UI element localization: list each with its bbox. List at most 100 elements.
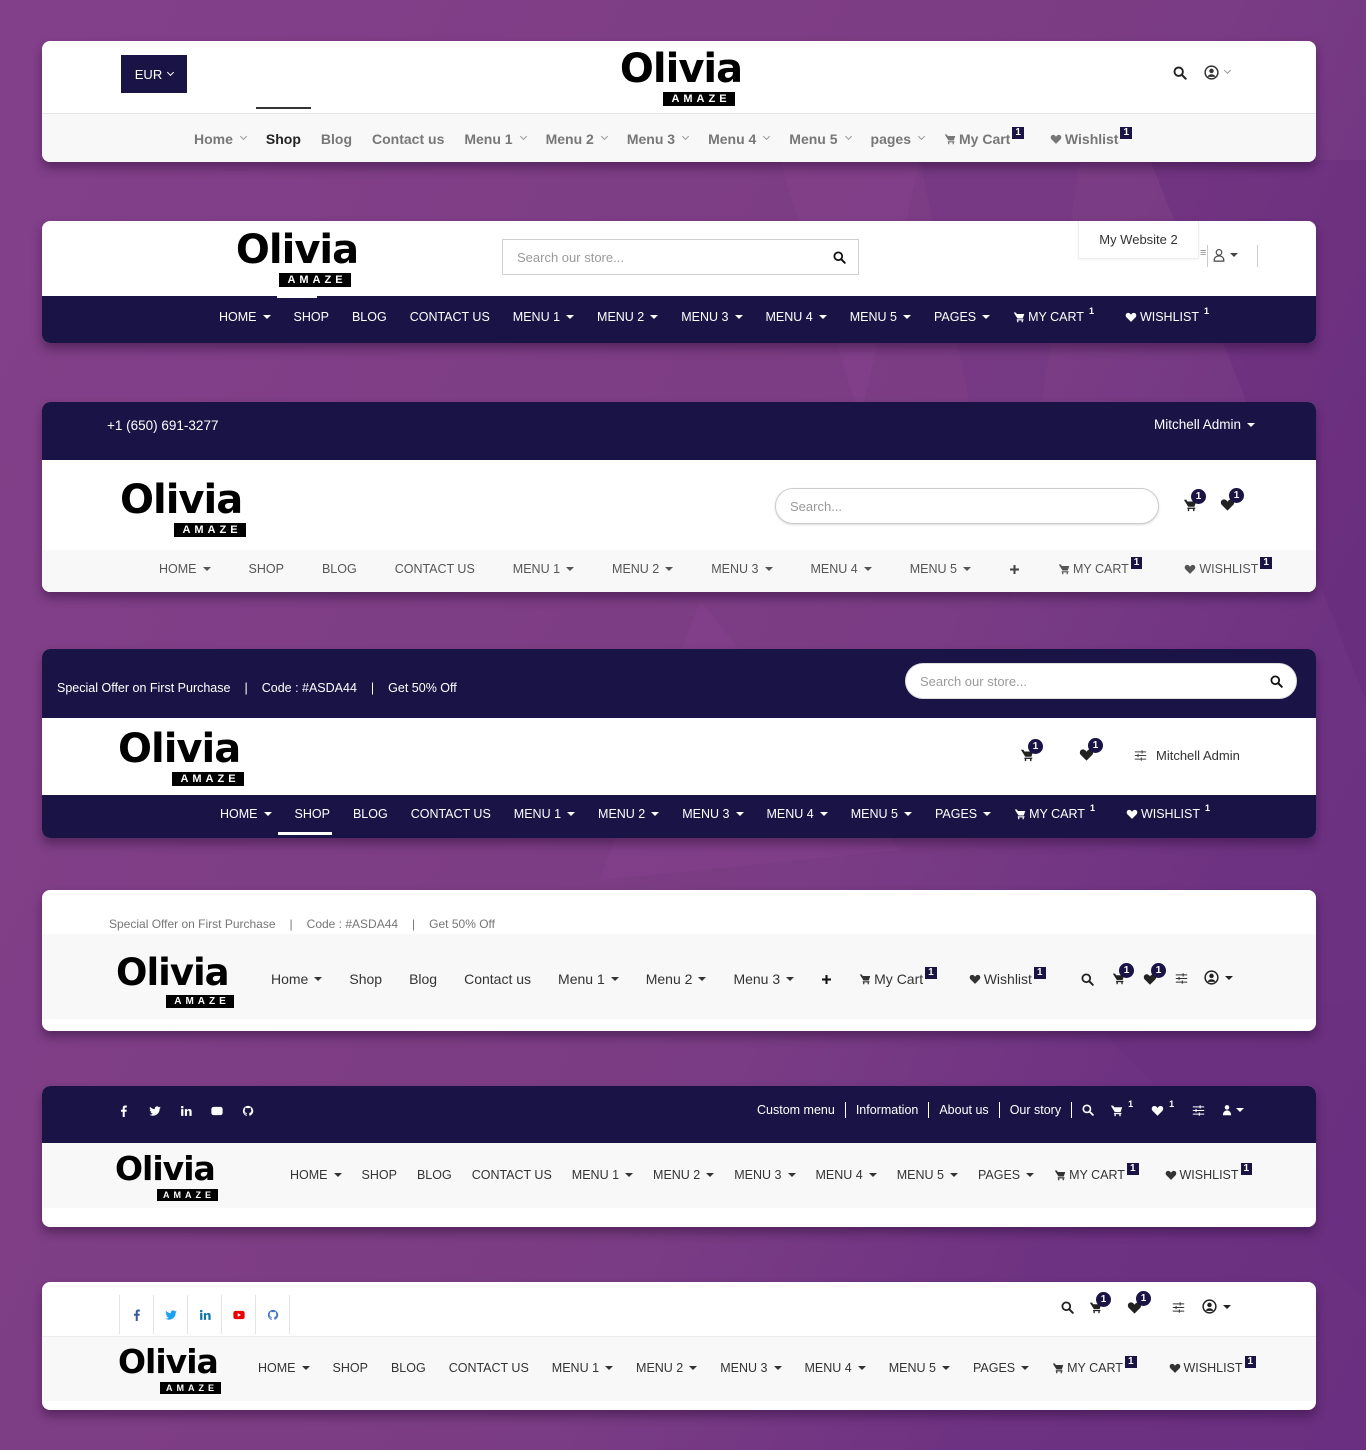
wishlist-nav-link[interactable]: WISHLIST 1 [1126,803,1210,821]
twitter-icon[interactable] [154,1295,188,1334]
user-menu[interactable] [1204,970,1233,985]
cart-button[interactable]: 1 [1112,963,1134,985]
cart-nav-link[interactable]: MY CART 1 [1052,1356,1137,1375]
wishlist-nav-link[interactable]: WISHLIST 1 [1165,1163,1253,1182]
youtube-icon[interactable] [222,1295,256,1334]
link-about-us[interactable]: About us [939,1103,988,1117]
link-custom-menu[interactable]: Custom menu [757,1103,835,1117]
nav-item-home[interactable]: HOME [219,310,271,324]
user-menu[interactable] [1202,1299,1231,1314]
nav-item-shop[interactable]: SHOP [294,310,329,324]
nav-item-home[interactable]: Home [194,131,247,147]
nav-item-menu-4[interactable]: MENU 4 [805,1361,866,1375]
nav-item-pages[interactable]: PAGES [935,807,992,821]
nav-item-blog[interactable]: Blog [321,131,352,147]
cart-nav-link[interactable]: My Cart 1 [944,126,1024,147]
nav-item-contact-us[interactable]: Contact us [372,131,444,147]
nav-item-menu-1[interactable]: MENU 1 [513,562,575,576]
nav-item-shop[interactable]: Shop [349,971,382,987]
search-icon[interactable] [1173,66,1187,80]
wishlist-nav-link[interactable]: WISHLIST 1 [1125,306,1209,324]
plus-icon[interactable] [821,974,832,985]
nav-item-menu-5[interactable]: MENU 5 [851,807,912,821]
nav-item-menu-2[interactable]: Menu 2 [646,971,707,987]
sliders-icon[interactable]: ≡ [1200,247,1206,259]
nav-item-menu-3[interactable]: MENU 3 [720,1361,782,1375]
nav-item-menu-5[interactable]: MENU 5 [910,562,971,576]
search-input[interactable] [906,673,1270,689]
nav-item-shop[interactable]: SHOP [249,562,284,576]
nav-item-menu-3[interactable]: MENU 3 [681,310,743,324]
search-icon[interactable] [1061,1301,1074,1314]
nav-item-shop[interactable]: SHOP [333,1361,368,1375]
logo[interactable]: Olivia AMAZE [118,729,248,787]
facebook-icon[interactable] [120,1295,154,1334]
nav-item-menu-1[interactable]: MENU 1 [514,807,576,821]
website-dropdown-item[interactable]: My Website 2 [1078,221,1199,259]
twitter-icon[interactable] [149,1105,161,1117]
nav-item-blog[interactable]: Blog [409,971,437,987]
wishlist-button[interactable]: 1 [1079,738,1103,762]
cart-nav-link[interactable]: My Cart 1 [859,967,937,987]
nav-item-blog[interactable]: BLOG [391,1361,426,1375]
link-our-story[interactable]: Our story [1010,1103,1061,1117]
cart-button[interactable]: 1 [1183,489,1206,512]
nav-item-menu-5[interactable]: Menu 5 [789,131,852,147]
nav-item-menu-2[interactable]: MENU 2 [612,562,674,576]
link-information[interactable]: Information [856,1103,919,1117]
nav-item-contact-us[interactable]: CONTACT US [395,562,475,576]
nav-item-menu-1[interactable]: Menu 1 [558,971,619,987]
nav-item-menu-4[interactable]: MENU 4 [811,562,872,576]
nav-item-menu-4[interactable]: MENU 4 [766,310,827,324]
nav-item-pages[interactable]: PAGES [934,310,991,324]
nav-item-home[interactable]: HOME [159,562,211,576]
nav-item-menu-3[interactable]: Menu 3 [627,131,690,147]
nav-item-home[interactable]: Home [271,971,323,987]
nav-item-home[interactable]: HOME [290,1168,342,1182]
plus-icon[interactable] [1009,564,1020,575]
logo[interactable]: Olivia AMAZE [116,954,236,1009]
wishlist-button[interactable]: 1 [1143,963,1166,986]
search-icon[interactable] [832,250,846,264]
cart-button[interactable]: 1 [1020,739,1043,762]
wishlist-button[interactable]: 1 [1127,1291,1151,1315]
nav-item-home[interactable]: HOME [258,1361,310,1375]
linkedin-icon[interactable] [180,1105,192,1117]
nav-item-pages[interactable]: PAGES [973,1361,1030,1375]
nav-item-menu-4[interactable]: Menu 4 [708,131,771,147]
wishlist-button[interactable]: 1 [1220,488,1244,512]
wishlist-nav-link[interactable]: WISHLIST 1 [1184,557,1272,576]
github-icon[interactable] [256,1295,290,1334]
search-icon[interactable] [1082,1104,1094,1116]
user-menu[interactable]: Mitchell Admin [1154,417,1256,432]
nav-item-contact-us[interactable]: CONTACT US [472,1168,552,1182]
nav-item-pages[interactable]: pages [871,131,926,147]
cart-button[interactable]: 1 [1110,1099,1133,1117]
nav-item-menu-3[interactable]: MENU 3 [682,807,744,821]
nav-item-shop[interactable]: SHOP [362,1168,397,1182]
wishlist-nav-link[interactable]: Wishlist 1 [969,967,1046,987]
search-input[interactable] [503,249,832,265]
nav-item-shop[interactable]: Shop [255,106,311,147]
nav-item-menu-2[interactable]: MENU 2 [597,310,659,324]
nav-item-menu-1[interactable]: MENU 1 [513,310,575,324]
nav-item-menu-5[interactable]: MENU 5 [897,1168,958,1182]
phone-number[interactable]: +1 (650) 691-3277 [107,418,218,433]
nav-item-blog[interactable]: BLOG [352,310,387,324]
sliders-icon[interactable] [1192,1104,1205,1117]
nav-item-menu-4[interactable]: MENU 4 [816,1168,877,1182]
wishlist-nav-link[interactable]: WISHLIST 1 [1169,1356,1257,1375]
nav-item-menu-2[interactable]: MENU 2 [653,1168,715,1182]
facebook-icon[interactable] [118,1105,130,1117]
logo[interactable]: Olivia AMAZE [616,49,746,107]
nav-item-menu-5[interactable]: MENU 5 [889,1361,950,1375]
logo[interactable]: Olivia AMAZE [232,230,362,288]
cart-nav-link[interactable]: MY CART 1 [1013,306,1094,324]
github-icon[interactable] [242,1105,254,1117]
nav-item-menu-1[interactable]: MENU 1 [552,1361,614,1375]
search-icon[interactable] [1270,675,1283,688]
cart-nav-link[interactable]: MY CART 1 [1058,557,1143,576]
nav-item-blog[interactable]: BLOG [417,1168,452,1182]
user-menu[interactable] [1221,1104,1245,1116]
nav-item-menu-2[interactable]: Menu 2 [546,131,608,147]
